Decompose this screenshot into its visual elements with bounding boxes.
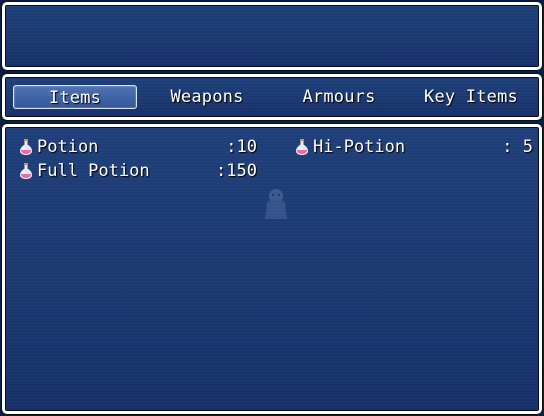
help-window: [2, 2, 542, 70]
tab-weapons[interactable]: Weapons: [145, 85, 269, 109]
category-window: Items Weapons Armours Key Items: [2, 74, 542, 120]
item-count: :150: [216, 161, 257, 181]
tab-armours[interactable]: Armours: [277, 85, 401, 109]
item-name: Potion: [37, 137, 99, 157]
tab-items[interactable]: Items: [13, 85, 137, 109]
faded-sprite-icon: [265, 189, 287, 219]
item-row-hi-potion[interactable]: Hi-Potion : 5: [293, 135, 533, 159]
item-row-full-potion[interactable]: Full Potion :150: [17, 159, 257, 183]
item-name: Full Potion: [37, 161, 150, 181]
item-row-potion[interactable]: Potion :10: [17, 135, 257, 159]
potion-icon: [296, 139, 308, 155]
item-count: :10: [226, 137, 257, 157]
potion-icon: [20, 139, 32, 155]
item-name: Hi-Potion: [313, 137, 406, 157]
item-list-window: Potion :10 Hi-Potion : 5 Full Potion :15…: [2, 124, 542, 414]
potion-icon: [20, 163, 32, 179]
item-count: : 5: [502, 137, 533, 157]
tab-key-items[interactable]: Key Items: [409, 85, 533, 109]
